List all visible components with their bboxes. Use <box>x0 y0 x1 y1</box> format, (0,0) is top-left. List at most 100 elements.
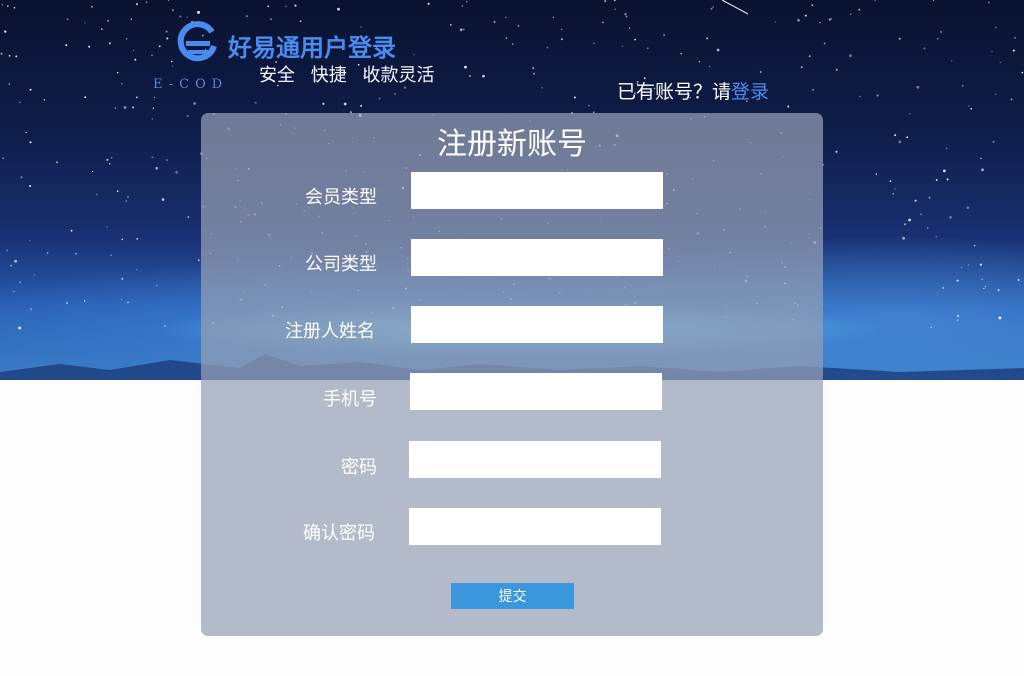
phone-label: 手机号 <box>323 389 377 410</box>
star <box>858 8 861 11</box>
star <box>96 193 98 196</box>
star <box>2 157 4 160</box>
star <box>1012 49 1015 52</box>
star <box>604 0 607 3</box>
star <box>614 8 616 10</box>
registrant-name-label: 注册人姓名 <box>285 321 375 342</box>
slogan-item: 收款灵活 <box>362 65 435 86</box>
star <box>946 178 949 181</box>
star <box>916 85 920 89</box>
confirm-password-input[interactable] <box>409 508 661 545</box>
star <box>116 71 119 74</box>
phone-input[interactable] <box>410 373 662 410</box>
star <box>165 30 168 33</box>
star <box>135 3 138 6</box>
star <box>7 5 9 7</box>
star <box>997 289 1000 292</box>
star <box>981 278 983 280</box>
star <box>14 259 17 263</box>
slogan-item: 快捷 <box>310 65 347 86</box>
star <box>114 107 117 110</box>
star <box>992 140 995 143</box>
star <box>532 67 535 70</box>
star <box>92 170 94 173</box>
star <box>186 114 189 118</box>
star <box>889 180 892 182</box>
star <box>935 236 938 238</box>
star <box>56 161 58 164</box>
star <box>663 34 666 36</box>
star <box>505 37 508 39</box>
star <box>923 47 926 50</box>
star <box>995 26 997 29</box>
star <box>951 60 953 62</box>
brand-logo-icon <box>177 21 217 62</box>
star <box>1021 71 1024 74</box>
star <box>65 301 68 305</box>
company-type-input[interactable] <box>411 239 663 276</box>
star <box>709 65 711 68</box>
star <box>1014 36 1016 39</box>
star <box>145 1 148 4</box>
star <box>999 61 1002 64</box>
star <box>464 65 467 69</box>
star <box>459 28 463 32</box>
star <box>13 290 15 293</box>
slogan-item: 安全 <box>259 65 295 86</box>
login-link[interactable]: 登录 <box>731 81 769 103</box>
star <box>393 92 396 95</box>
star <box>680 52 683 55</box>
star <box>125 38 128 40</box>
star <box>8 54 11 57</box>
star <box>966 206 970 210</box>
confirm-password-label: 确认密码 <box>303 523 375 544</box>
star <box>908 112 911 115</box>
registrant-name-input[interactable] <box>411 306 663 343</box>
star <box>819 21 821 24</box>
star <box>505 16 507 19</box>
star <box>961 84 964 87</box>
star <box>136 96 138 99</box>
star <box>110 254 112 256</box>
star <box>175 170 179 174</box>
star <box>973 244 976 247</box>
star <box>463 28 465 31</box>
star <box>967 105 970 107</box>
star <box>894 134 897 137</box>
star <box>91 6 93 8</box>
star <box>552 16 554 19</box>
star <box>804 14 807 17</box>
star <box>546 46 549 49</box>
star <box>294 4 297 7</box>
star <box>628 27 631 29</box>
star <box>19 281 22 284</box>
star <box>613 0 616 2</box>
star <box>6 249 8 252</box>
star <box>427 2 430 5</box>
password-input[interactable] <box>409 441 661 478</box>
star <box>136 237 139 240</box>
star <box>811 4 814 7</box>
star <box>932 0 935 1</box>
star <box>759 71 762 73</box>
star <box>983 287 985 290</box>
submit-button[interactable]: 提交 <box>451 583 574 609</box>
star <box>29 88 32 91</box>
star <box>906 136 909 139</box>
brand-subtitle: E-COD <box>153 77 229 92</box>
star <box>980 157 982 160</box>
star <box>171 65 174 67</box>
star <box>20 176 23 179</box>
star <box>132 49 135 52</box>
star <box>970 107 973 110</box>
star <box>469 75 471 77</box>
member-type-input[interactable] <box>411 172 663 209</box>
star <box>698 60 701 63</box>
star <box>998 316 1002 320</box>
star <box>127 196 129 198</box>
star <box>121 277 124 280</box>
star <box>197 11 200 14</box>
star <box>193 102 197 105</box>
star <box>8 83 11 86</box>
star <box>936 37 939 40</box>
